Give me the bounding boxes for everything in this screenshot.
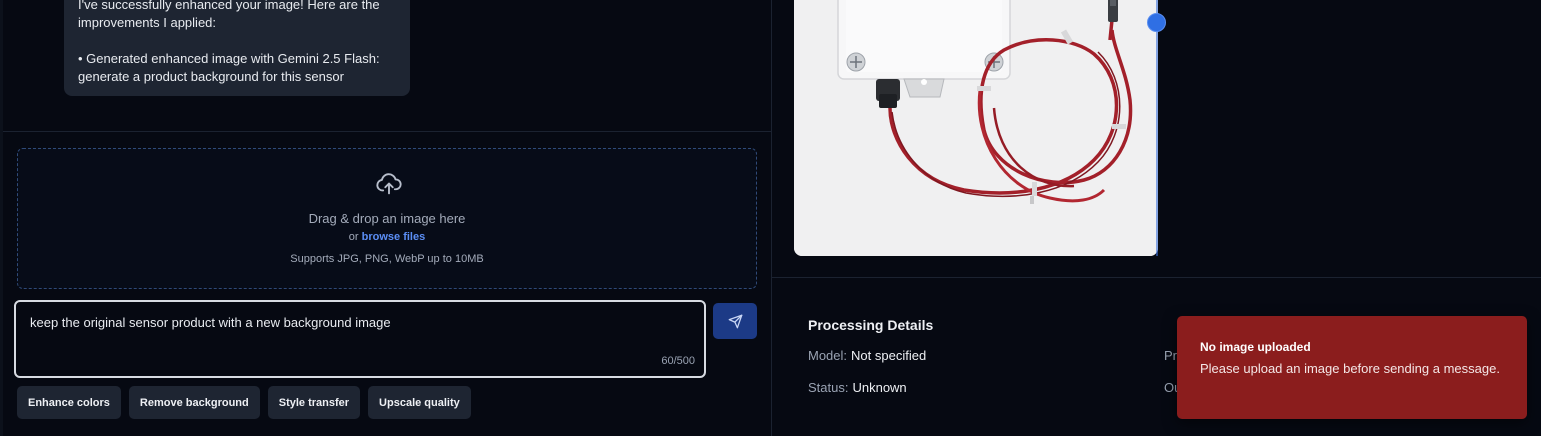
dropzone-note: Supports JPG, PNG, WebP up to 10MB (290, 253, 484, 265)
status-value: Unknown (852, 380, 907, 395)
enhance-colors-button[interactable]: Enhance colors (17, 386, 121, 419)
divider (3, 131, 771, 132)
browse-files-link[interactable]: browse files (362, 231, 426, 243)
image-preview (794, 0, 1158, 256)
prompt-text[interactable]: keep the original sensor product with a … (30, 315, 391, 330)
compare-divider (1156, 0, 1158, 256)
model-value: Not specified (851, 348, 927, 363)
character-counter: 60/500 (661, 355, 695, 367)
sensor-product-image (794, 0, 1158, 256)
image-dropzone[interactable]: Drag & drop an image here or browse file… (17, 148, 757, 289)
model-row: Model: Not specified (808, 348, 926, 363)
send-icon (728, 314, 742, 328)
processing-details-title: Processing Details (808, 317, 934, 333)
style-transfer-button[interactable]: Style transfer (267, 386, 361, 419)
cloud-upload-icon (376, 173, 402, 195)
quick-actions: Enhance colors Remove background Style t… (17, 386, 471, 419)
chat-pane: I've successfully enhanced your image! H… (0, 0, 772, 436)
dropzone-subtitle: or browse files (18, 231, 756, 243)
pane-edge (0, 0, 3, 436)
remove-background-button[interactable]: Remove background (128, 386, 260, 419)
toast-message: Please upload an image before sending a … (1200, 361, 1500, 376)
message-line: • Generated enhanced image with Gemini 2… (78, 51, 380, 66)
toast-title: No image uploaded (1200, 340, 1311, 354)
assistant-message: I've successfully enhanced your image! H… (64, 0, 410, 96)
or-text: or (348, 231, 359, 243)
model-label: Model: (808, 348, 848, 363)
error-toast: No image uploaded Please upload an image… (1177, 316, 1527, 419)
status-row: Status: Unknown (808, 380, 907, 395)
upscale-quality-button[interactable]: Upscale quality (368, 386, 471, 419)
app-root: I've successfully enhanced your image! H… (0, 0, 1541, 436)
dropzone-title: Drag & drop an image here (308, 211, 466, 226)
compare-slider-handle[interactable] (1147, 13, 1166, 32)
divider (772, 277, 1541, 278)
details-label-partial: Pr (1164, 348, 1177, 363)
status-label: Status: (808, 380, 849, 395)
message-line: I've successfully enhanced your image! H… (78, 0, 380, 12)
prompt-input[interactable]: keep the original sensor product with a … (14, 300, 706, 378)
send-button[interactable] (713, 303, 757, 339)
message-line: improvements I applied: (78, 15, 217, 30)
message-line: generate a product background for this s… (78, 69, 344, 84)
